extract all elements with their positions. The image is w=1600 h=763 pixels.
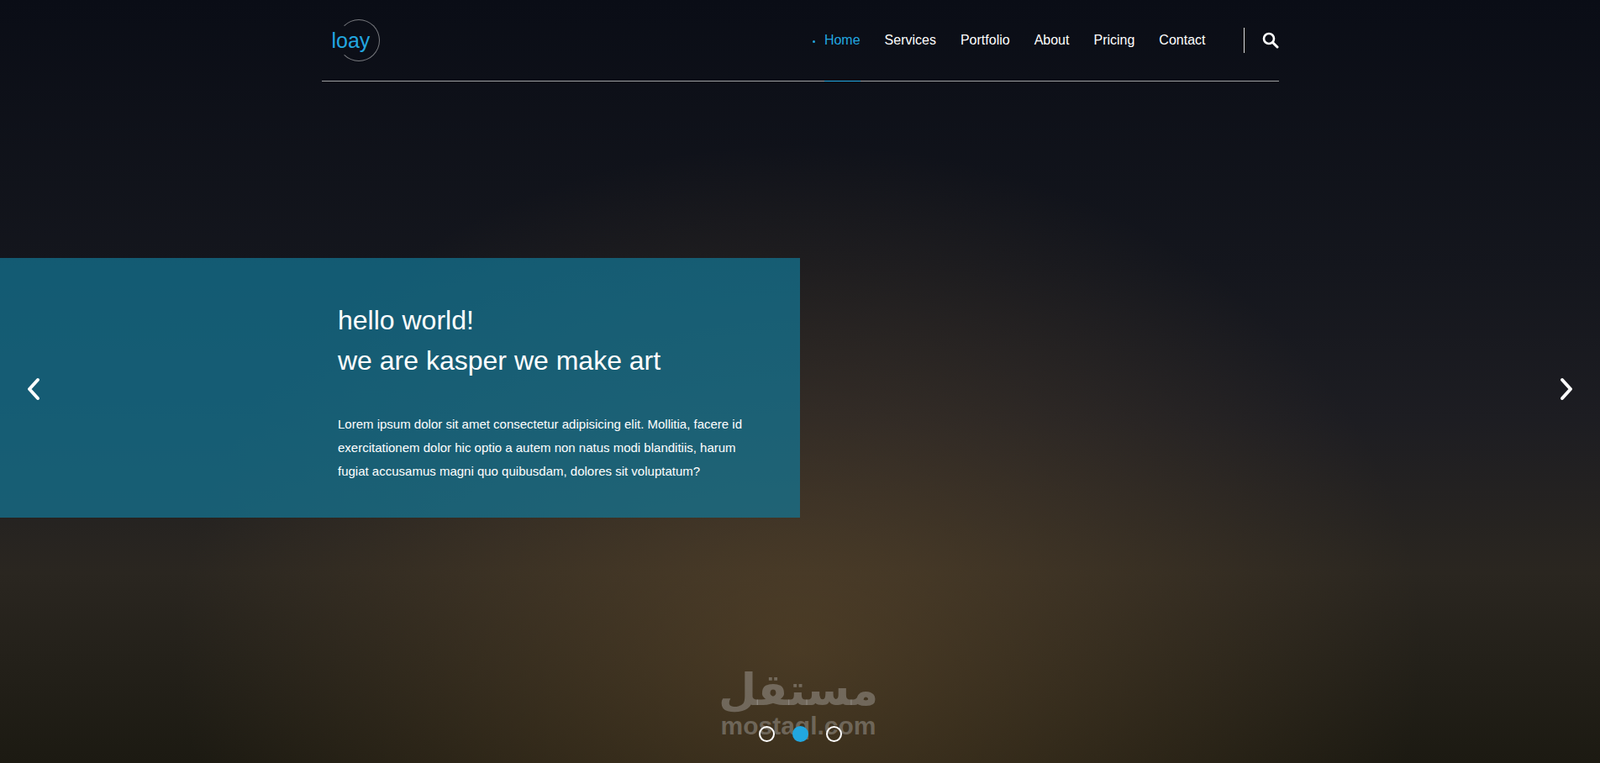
nav-link[interactable]: Portfolio [960,0,1011,81]
active-dot-icon [812,40,816,43]
slider-dot[interactable] [758,726,775,743]
slider-dot[interactable] [826,726,843,743]
hero: hello world!we are kasper we make art Lor… [0,81,1600,518]
header: loay Home Services Portfolio About Prici… [321,0,1279,82]
hero-title: hello world!we are kasper we make art [337,300,767,381]
hero-text: Lorem ipsum dolor sit amet consectetur a… [337,412,767,484]
logo[interactable]: loay [331,19,378,62]
nav-link[interactable]: Services [884,0,937,81]
nav-link[interactable]: Home [824,0,861,81]
next-arrow-icon[interactable] [1557,376,1575,402]
slider-dot[interactable] [792,726,809,743]
active-underline [824,80,861,82]
divider [1243,27,1245,53]
hero-box: hello world!we are kasper we make art Lor… [0,257,800,518]
nav-link[interactable]: Pricing [1093,0,1135,81]
slider-dots [0,726,1600,743]
nav-link[interactable]: Contact [1158,0,1206,81]
nav-link[interactable]: About [1034,0,1070,81]
nav: Home Services Portfolio About Pricing Co… [824,0,1279,81]
landing-page: loay Home Services Portfolio About Prici… [0,0,1600,763]
prev-arrow-icon[interactable] [25,376,43,402]
search-icon[interactable] [1262,31,1279,49]
